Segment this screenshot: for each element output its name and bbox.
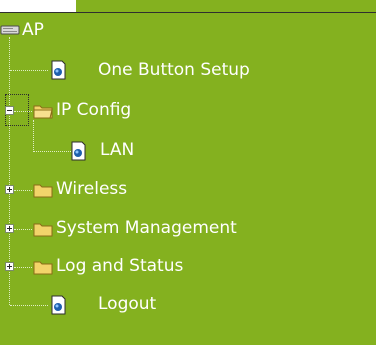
tree-item-log-and-status[interactable]: Log and Status: [32, 255, 292, 281]
tree-item-system-management[interactable]: System Management: [32, 217, 352, 243]
page-icon: [48, 60, 68, 84]
tree-line-h-lan: [33, 151, 71, 152]
tree-line-h-logout: [10, 305, 48, 306]
folder-icon: [32, 180, 54, 204]
tree-line-h-wireless: [14, 190, 32, 191]
collapse-icon[interactable]: [5, 106, 14, 115]
folder-icon: [32, 219, 54, 243]
tree-item-ip-config[interactable]: IP Config: [32, 99, 232, 125]
tree-item-label: IP Config: [56, 100, 132, 120]
tree-item-label: Wireless: [56, 179, 128, 199]
tree-root-ap[interactable]: AP: [0, 20, 80, 44]
folder-open-icon: [32, 101, 54, 125]
tree-line-h-system: [14, 229, 32, 230]
tree-item-label: One Button Setup: [98, 60, 250, 80]
tree-item-one-button-setup[interactable]: One Button Setup: [46, 58, 346, 84]
tree-line-h-log: [14, 267, 32, 268]
tree-item-wireless[interactable]: Wireless: [32, 178, 232, 204]
navigation-tree-panel: AP One Button Setup IP Config LAN Wirele…: [0, 0, 376, 345]
tree-root-label: AP: [22, 20, 44, 40]
tree-item-label: System Management: [56, 218, 237, 238]
tree-item-logout[interactable]: Logout: [46, 293, 186, 319]
expand-icon[interactable]: [5, 224, 14, 233]
page-icon: [68, 141, 88, 165]
tree-item-label: LAN: [100, 140, 135, 160]
folder-icon: [32, 257, 54, 281]
top-white-strip: [0, 0, 76, 12]
expand-icon[interactable]: [5, 185, 14, 194]
tree-line-h-one-button: [10, 70, 48, 71]
top-border-line: [0, 12, 376, 13]
computer-icon: [0, 20, 20, 44]
page-icon: [48, 295, 68, 319]
tree-item-label: Log and Status: [56, 256, 184, 276]
tree-item-lan[interactable]: LAN: [68, 139, 168, 165]
expand-icon[interactable]: [5, 262, 14, 271]
tree-item-label: Logout: [98, 294, 157, 314]
